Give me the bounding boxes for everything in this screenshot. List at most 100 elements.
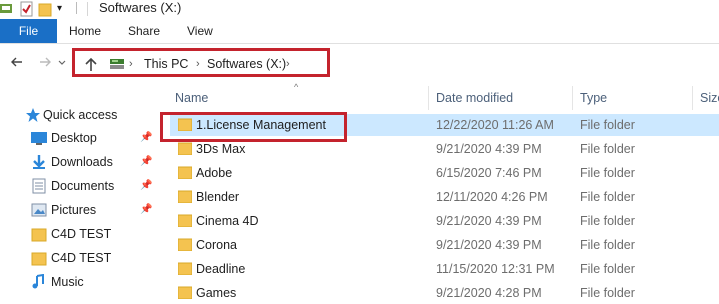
this-pc-icon bbox=[109, 57, 125, 74]
navigation-bar: › This PC › Softwares (X:) › bbox=[0, 44, 719, 82]
properties-icon[interactable] bbox=[20, 1, 34, 20]
file-date-modified: 9/21/2020 4:28 PM bbox=[436, 286, 542, 300]
back-arrow-icon[interactable] bbox=[7, 52, 27, 72]
sidebar-item-label: Downloads bbox=[51, 155, 113, 169]
tab-file[interactable]: File bbox=[0, 19, 57, 43]
file-name[interactable]: Deadline bbox=[196, 261, 245, 277]
column-header-date[interactable]: Date modified bbox=[436, 86, 513, 110]
file-type: File folder bbox=[580, 190, 635, 204]
column-divider[interactable] bbox=[692, 86, 693, 110]
file-type: File folder bbox=[580, 142, 635, 156]
sort-chevron-icon: ^ bbox=[294, 82, 299, 92]
sidebar-item-c4d-test[interactable]: C4D TEST bbox=[0, 222, 160, 246]
documents-icon bbox=[31, 178, 47, 194]
file-date-modified: 6/15/2020 7:46 PM bbox=[436, 166, 542, 180]
file-type: File folder bbox=[580, 118, 635, 132]
pipe-divider-icon bbox=[72, 0, 82, 19]
folder-icon bbox=[178, 286, 192, 299]
window-title: Softwares (X:) bbox=[99, 0, 182, 15]
sidebar-item-music[interactable]: Music bbox=[0, 270, 160, 294]
file-name[interactable]: 3Ds Max bbox=[196, 141, 245, 157]
sidebar-item-downloads[interactable]: Downloads 📌 bbox=[0, 150, 160, 174]
recent-locations-chevron-icon[interactable] bbox=[56, 52, 68, 72]
up-arrow-icon[interactable] bbox=[84, 56, 98, 75]
pin-icon: 📌 bbox=[140, 180, 153, 191]
pictures-icon bbox=[31, 202, 47, 218]
sidebar-item-label: Quick access bbox=[43, 108, 118, 122]
sidebar-item-label: Pictures bbox=[51, 203, 97, 217]
file-name[interactable]: Cinema 4D bbox=[196, 213, 259, 229]
breadcrumb-chevron-icon: › bbox=[196, 58, 200, 70]
column-divider[interactable] bbox=[428, 86, 429, 110]
new-folder-icon[interactable] bbox=[38, 1, 52, 20]
ribbon-tabs: File Home Share View bbox=[0, 19, 719, 44]
file-type: File folder bbox=[580, 286, 635, 300]
address-bar[interactable]: › This PC › Softwares (X:) › bbox=[72, 48, 330, 77]
file-row[interactable]: Games 9/21/2020 4:28 PM File folder bbox=[170, 282, 719, 304]
folder-icon bbox=[31, 226, 47, 242]
sidebar-item-documents[interactable]: Documents 📌 bbox=[0, 174, 160, 198]
file-name[interactable]: 1.License Management bbox=[196, 117, 326, 133]
file-name[interactable]: Games bbox=[196, 285, 236, 301]
tab-home[interactable]: Home bbox=[69, 19, 101, 43]
sidebar-item-label: Documents bbox=[51, 179, 115, 193]
folder-icon bbox=[31, 250, 47, 266]
file-row[interactable]: 3Ds Max 9/21/2020 4:39 PM File folder bbox=[170, 138, 719, 160]
file-date-modified: 9/21/2020 4:39 PM bbox=[436, 238, 542, 252]
sidebar-item-label: C4D TEST bbox=[51, 227, 112, 241]
folder-icon bbox=[178, 142, 192, 155]
title-bar: ▾ Softwares (X:) bbox=[0, 0, 719, 18]
breadcrumb-softwares[interactable]: Softwares (X:) bbox=[207, 57, 286, 71]
file-date-modified: 9/21/2020 4:39 PM bbox=[436, 214, 542, 228]
folder-icon bbox=[178, 118, 192, 131]
breadcrumb-chevron-icon[interactable]: › bbox=[286, 57, 290, 71]
navigation-pane: Quick access Desktop 📌 Downloads 📌 Docum… bbox=[0, 100, 160, 289]
file-row[interactable]: 1.License Management 12/22/2020 11:26 AM F… bbox=[170, 114, 719, 136]
file-row[interactable]: Blender 12/11/2020 4:26 PM File folder bbox=[170, 186, 719, 208]
sidebar-item-c4d-test[interactable]: C4D TEST bbox=[0, 246, 160, 270]
music-icon bbox=[31, 273, 47, 290]
file-name[interactable]: Blender bbox=[196, 189, 239, 205]
pin-icon: 📌 bbox=[140, 156, 153, 167]
app-icon[interactable] bbox=[0, 1, 14, 18]
file-type: File folder bbox=[580, 238, 635, 252]
tab-share[interactable]: Share bbox=[128, 19, 160, 43]
file-type: File folder bbox=[580, 262, 635, 276]
folder-icon bbox=[178, 238, 192, 251]
file-type: File folder bbox=[580, 166, 635, 180]
customize-toolbar-icon[interactable]: ▾ bbox=[57, 3, 62, 14]
desktop-icon bbox=[31, 130, 47, 146]
forward-arrow-icon[interactable] bbox=[35, 52, 55, 72]
file-row[interactable]: Corona 9/21/2020 4:39 PM File folder bbox=[170, 234, 719, 256]
column-header-name[interactable]: Name bbox=[175, 86, 208, 110]
folder-icon bbox=[178, 262, 192, 275]
sidebar-item-label: Music bbox=[51, 275, 84, 289]
sidebar-item-label: Desktop bbox=[51, 131, 97, 145]
folder-icon bbox=[178, 214, 192, 227]
file-date-modified: 9/21/2020 4:39 PM bbox=[436, 142, 542, 156]
file-name[interactable]: Corona bbox=[196, 237, 237, 253]
file-date-modified: 12/22/2020 11:26 AM bbox=[436, 118, 554, 132]
folder-icon bbox=[178, 190, 192, 203]
folder-icon bbox=[178, 166, 192, 179]
file-date-modified: 12/11/2020 4:26 PM bbox=[436, 190, 548, 204]
sidebar-item-desktop[interactable]: Desktop 📌 bbox=[0, 126, 160, 150]
sidebar-item-label: C4D TEST bbox=[51, 251, 112, 265]
sidebar-item-pictures[interactable]: Pictures 📌 bbox=[0, 198, 160, 222]
file-list: 1.License Management 12/22/2020 11:26 AM F… bbox=[160, 114, 719, 300]
column-header-type[interactable]: Type bbox=[580, 86, 607, 110]
file-type: File folder bbox=[580, 214, 635, 228]
breadcrumb-chevron-icon: › bbox=[129, 58, 133, 70]
file-name[interactable]: Adobe bbox=[196, 165, 232, 181]
title-divider bbox=[87, 2, 88, 16]
column-header-size[interactable]: Size bbox=[700, 86, 719, 110]
file-row[interactable]: Adobe 6/15/2020 7:46 PM File folder bbox=[170, 162, 719, 184]
sidebar-item-quick-access[interactable]: Quick access bbox=[0, 103, 160, 127]
tab-view[interactable]: View bbox=[187, 19, 213, 43]
column-header-row: ^ Name Date modified Type Size bbox=[160, 82, 719, 110]
downloads-icon bbox=[31, 154, 47, 170]
breadcrumb-this-pc[interactable]: This PC bbox=[144, 57, 188, 71]
column-divider[interactable] bbox=[572, 86, 573, 110]
file-row[interactable]: Deadline 11/15/2020 12:31 PM File folder bbox=[170, 258, 719, 280]
file-row[interactable]: Cinema 4D 9/21/2020 4:39 PM File folder bbox=[170, 210, 719, 232]
